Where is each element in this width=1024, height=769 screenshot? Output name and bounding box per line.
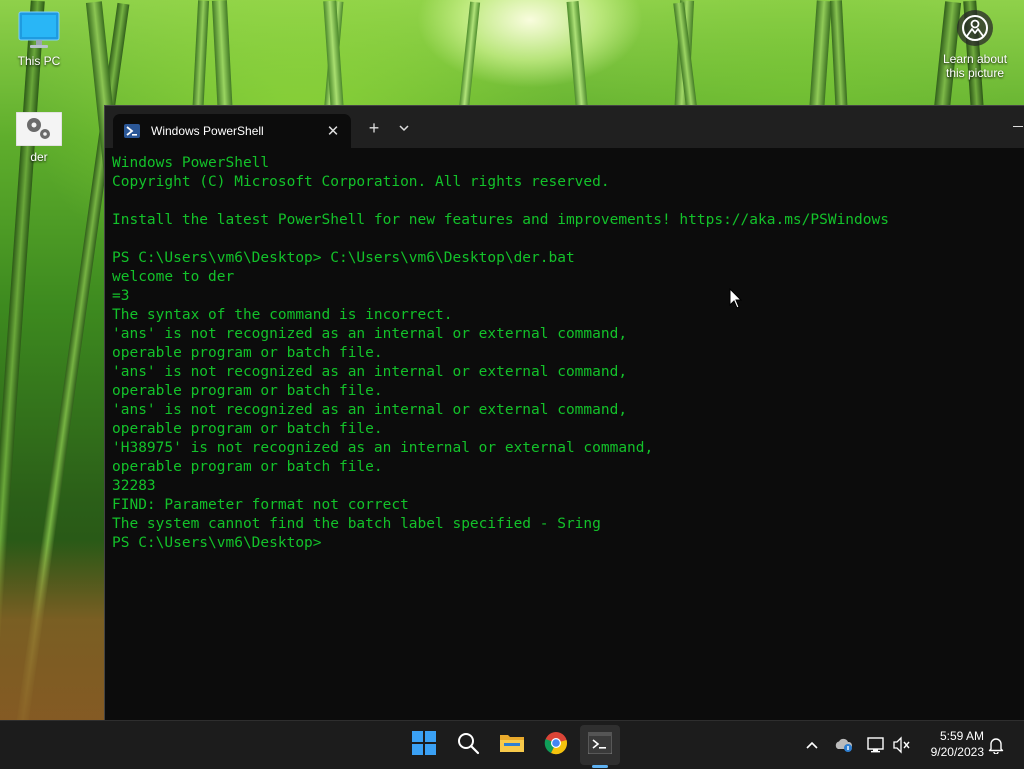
chrome-button[interactable] <box>536 725 576 765</box>
terminal-window[interactable]: Windows PowerShell ✕ + Windows PowerShel… <box>104 105 1024 721</box>
console-line: welcome to der <box>112 269 235 285</box>
console-line: The syntax of the command is incorrect. <box>112 307 453 323</box>
desktop-icon-label: der <box>30 150 48 164</box>
learn-about-picture-button[interactable]: Learn about this picture <box>934 10 1016 80</box>
terminal-icon <box>587 731 613 759</box>
terminal-titlebar[interactable]: Windows PowerShell ✕ + <box>105 106 1024 148</box>
volume-muted-icon[interactable] <box>892 735 912 755</box>
minimize-button[interactable] <box>1007 120 1023 132</box>
batch-file-icon <box>15 111 63 147</box>
tab-windows-powershell[interactable]: Windows PowerShell ✕ <box>113 114 351 148</box>
windows-logo-icon <box>412 730 436 760</box>
clock-date: 9/20/2023 <box>930 745 984 759</box>
console-line: PS C:\Users\vm6\Desktop> C:\Users\vm6\De… <box>112 250 575 266</box>
chevron-up-icon[interactable] <box>802 735 822 755</box>
desktop-icon-label: This PC <box>17 54 61 68</box>
mouse-cursor-icon <box>729 287 743 315</box>
desktop-icon-der[interactable]: der <box>2 111 76 164</box>
console-line: 'H38975' is not recognized as an interna… <box>112 440 654 456</box>
tab-title: Windows PowerShell <box>151 124 264 138</box>
console-line: 'ans' is not recognized as an internal o… <box>112 326 628 342</box>
chrome-icon <box>544 731 568 760</box>
folder-icon <box>499 732 525 759</box>
console-line: operable program or batch file. <box>112 421 383 437</box>
learn-about-line2: this picture <box>945 66 1005 80</box>
learn-about-line1: Learn about <box>942 52 1008 66</box>
console-line: operable program or batch file. <box>112 383 383 399</box>
console-line: 'ans' is not recognized as an internal o… <box>112 364 628 380</box>
terminal-taskbar-button[interactable] <box>580 725 620 765</box>
system-clock[interactable]: 5:59 AM 9/20/2023 <box>918 728 984 760</box>
taskbar: 5:59 AM 9/20/2023 <box>0 720 1024 769</box>
console-line: =3 <box>112 288 130 304</box>
console-line: PS C:\Users\vm6\Desktop> <box>112 535 322 551</box>
console-line: Copyright (C) Microsoft Corporation. All… <box>112 174 610 190</box>
start-button[interactable] <box>404 725 444 765</box>
search-icon <box>456 731 480 760</box>
powershell-icon <box>124 123 140 139</box>
console-output[interactable]: Windows PowerShell Copyright (C) Microsof… <box>112 154 1017 553</box>
console-line: 32283 <box>112 478 156 494</box>
close-tab-icon[interactable]: ✕ <box>323 122 343 140</box>
onedrive-icon[interactable] <box>834 735 854 755</box>
clock-time: 5:59 AM <box>939 729 984 743</box>
chevron-down-icon[interactable] <box>394 117 414 139</box>
console-line: The system cannot find the batch label s… <box>112 516 601 532</box>
new-tab-button[interactable]: + <box>363 117 385 139</box>
console-line: 'ans' is not recognized as an internal o… <box>112 402 628 418</box>
console-line: Windows PowerShell <box>112 155 270 171</box>
monitor-icon <box>18 10 60 50</box>
network-icon[interactable] <box>866 735 886 755</box>
console-line: operable program or batch file. <box>112 345 383 361</box>
camera-info-icon <box>957 10 993 46</box>
desktop-icon-this-pc[interactable]: This PC <box>2 10 76 68</box>
file-explorer-button[interactable] <box>492 725 532 765</box>
console-line: Install the latest PowerShell for new fe… <box>112 212 889 228</box>
notification-bell-icon[interactable] <box>986 735 1006 755</box>
console-line: FIND: Parameter format not correct <box>112 497 409 513</box>
search-button[interactable] <box>448 725 488 765</box>
console-line: operable program or batch file. <box>112 459 383 475</box>
